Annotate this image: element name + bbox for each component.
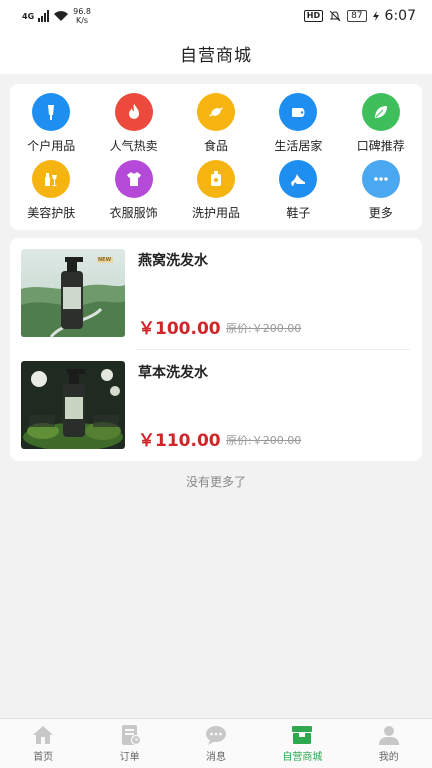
tab-label: 订单: [119, 752, 140, 763]
flame-icon: [114, 93, 153, 131]
category-label: 更多: [368, 206, 393, 220]
product-list: NEW 燕窝洗发水 ￥100.00 原价:￥200.00 草本洗发水 ￥110.…: [10, 238, 422, 461]
product-item[interactable]: NEW 燕窝洗发水 ￥100.00 原价:￥200.00: [10, 238, 422, 349]
category-label: 洗护用品: [191, 206, 240, 220]
product-item[interactable]: 草本洗发水 ￥110.00 原价:￥200.00: [10, 350, 422, 461]
category-shoes[interactable]: 鞋子: [257, 157, 339, 224]
tab-store[interactable]: 自营商城: [259, 719, 345, 768]
category-label: 口碑推荐: [356, 139, 405, 153]
toilet-paper-icon: [279, 93, 318, 131]
tab-label: 我的: [378, 752, 399, 763]
message-icon: [205, 726, 226, 745]
more-dots-icon: [361, 160, 400, 198]
category-label: 鞋子: [286, 206, 311, 220]
wifi-icon: [54, 11, 69, 21]
tshirt-icon: [114, 160, 153, 198]
category-label: 美容护肤: [27, 206, 76, 220]
clock: 6:07: [384, 8, 416, 24]
category-label: 个户用品: [27, 139, 76, 153]
order-icon: [121, 725, 141, 746]
status-bar: 4G 96.8 K/s HD 87 6:07: [0, 0, 432, 32]
category-recommended[interactable]: 口碑推荐: [340, 90, 422, 157]
new-badge: NEW: [98, 257, 112, 263]
high-heel-icon: [279, 160, 318, 198]
home-icon: [33, 726, 54, 744]
original-price: 原价:￥200.00: [226, 434, 302, 447]
category-label: 衣服服饰: [109, 206, 158, 220]
category-personal-care[interactable]: 个户用品: [10, 90, 92, 157]
hd-badge: HD: [303, 10, 324, 22]
mute-bell-icon: [329, 10, 341, 22]
tab-messages[interactable]: 消息: [173, 719, 259, 768]
battery-level: 87: [347, 10, 367, 22]
network-speed: 96.8 K/s: [73, 7, 91, 25]
category-grid: 个户用品 人气热卖 食品 生活居家 口碑推荐 美容护肤 衣服服饰 洗护用品 鞋子…: [10, 84, 422, 230]
category-clothing[interactable]: 衣服服饰: [92, 157, 174, 224]
category-hot-sale[interactable]: 人气热卖: [92, 90, 174, 157]
category-label: 生活居家: [274, 139, 323, 153]
category-more[interactable]: 更多: [340, 157, 422, 224]
charging-icon: [372, 11, 379, 21]
profile-icon: [378, 726, 399, 745]
network-type: 4G: [22, 11, 35, 21]
product-name: 燕窝洗发水: [138, 253, 208, 269]
tab-label: 自营商城: [282, 752, 323, 763]
bottle-icon: [196, 160, 235, 198]
tab-profile[interactable]: 我的: [346, 719, 432, 768]
leaf-icon: [361, 93, 400, 131]
no-more-text: 没有更多了: [185, 475, 246, 489]
product-price: ￥100.00: [138, 319, 221, 339]
category-label: 食品: [203, 139, 228, 153]
tab-orders[interactable]: 订单: [86, 719, 172, 768]
candy-icon: [196, 93, 235, 131]
product-name: 草本洗发水: [138, 365, 208, 381]
category-wash-care[interactable]: 洗护用品: [175, 157, 257, 224]
cosmetics-icon: [32, 160, 71, 198]
product-image: NEW: [21, 249, 125, 337]
razor-icon: [32, 93, 71, 131]
product-image: [21, 361, 125, 449]
category-food[interactable]: 食品: [175, 90, 257, 157]
page-title: 自营商城: [180, 45, 252, 66]
tab-label: 首页: [33, 752, 54, 763]
store-icon: [292, 726, 313, 744]
category-home-living[interactable]: 生活居家: [257, 90, 339, 157]
category-beauty[interactable]: 美容护肤: [10, 157, 92, 224]
top-bar: 自营商城: [0, 32, 432, 74]
product-price: ￥110.00: [138, 431, 221, 451]
category-label: 人气热卖: [109, 139, 158, 153]
bottom-tab-bar: 首页 订单 消息 自营商城 我的: [0, 718, 432, 768]
tab-home[interactable]: 首页: [0, 719, 86, 768]
original-price: 原价:￥200.00: [226, 322, 302, 335]
signal-icon: [38, 10, 50, 22]
tab-label: 消息: [205, 752, 226, 763]
